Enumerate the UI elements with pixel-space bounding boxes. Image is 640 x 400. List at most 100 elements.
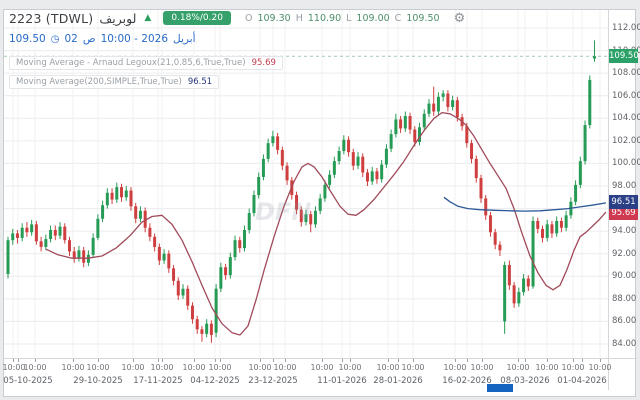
- time-label: 10:00: [2, 363, 25, 372]
- price-axis-label: 102.00: [612, 136, 640, 146]
- time-tick: [73, 359, 74, 362]
- price-axis-label: 98.00: [612, 181, 636, 191]
- price-axis-label: 84.00: [612, 339, 636, 349]
- time-tick: [455, 359, 456, 362]
- time-label: 10:00: [376, 363, 399, 372]
- indicator-lines: [46, 113, 606, 335]
- date-label: 29-10-2025: [73, 376, 122, 386]
- time-label: 10:00: [588, 363, 611, 372]
- timeline-marker: [487, 384, 513, 392]
- price-axis-label: 108.00: [612, 68, 640, 78]
- last-update-row: 109.50 ◷ 02 ص 10:00 - 2026 أبريل: [9, 31, 465, 47]
- watermark: DFN: [255, 198, 311, 226]
- settings-gear-icon[interactable]: ⚙: [454, 11, 466, 26]
- time-tick: [220, 359, 221, 362]
- date-label: 16-02-2026: [442, 376, 491, 386]
- time-tick: [388, 359, 389, 362]
- price-axis-label: 104.00: [612, 113, 640, 123]
- price-axis-label: 106.00: [612, 91, 640, 101]
- price-axis-label: 86.00: [612, 316, 636, 326]
- time-tick: [194, 359, 195, 362]
- close-value: 109.50: [406, 13, 439, 24]
- date-label: 11-01-2026: [317, 376, 366, 386]
- time-label: 10:00: [506, 363, 529, 372]
- time-tick: [35, 359, 36, 362]
- time-tick: [98, 359, 99, 362]
- time-tick: [547, 359, 548, 362]
- time-axis[interactable]: 10:0010:0010:0010:0010:0010:0010:0010:00…: [3, 358, 637, 398]
- time-tick: [518, 359, 519, 362]
- time-label: 10:00: [182, 363, 205, 372]
- ma-line: [46, 113, 606, 335]
- time-tick: [398, 359, 399, 362]
- time-label: 10:00: [121, 363, 144, 372]
- datetime-ampm: ص: [83, 33, 96, 45]
- time-tick: [413, 359, 414, 362]
- time-label: 10:00: [248, 363, 271, 372]
- date-label: 01-04-2026: [557, 376, 606, 386]
- low-value: 109.00: [356, 13, 389, 24]
- legend: 2223 (TDWL) لوبريف ▲ 0.18%/0.20 O 109.30…: [9, 8, 465, 89]
- datetime-month: أبريل: [173, 33, 196, 45]
- price-axis-label: 90.00: [612, 271, 636, 281]
- alma-value: 95.69: [252, 58, 276, 68]
- datetime-day: 02: [64, 33, 77, 45]
- price-axis[interactable]: 109.50 95.69 96.51 84.0086.0088.0090.009…: [608, 10, 638, 390]
- time-label: 10:00: [86, 363, 109, 372]
- time-tick: [13, 359, 14, 362]
- time-label: 10:00: [338, 363, 361, 372]
- change-badge: 0.18%/0.20: [163, 11, 231, 25]
- time-tick: [133, 359, 134, 362]
- price-axis-label: 112.00: [612, 23, 640, 33]
- price-axis-label: 100.00: [612, 158, 640, 168]
- price-axis-label: 94.00: [612, 226, 636, 236]
- last-price-text: 109.50: [9, 33, 46, 45]
- ohlc-readout: O 109.30 H 110.90 L 109.00 C 109.50: [245, 13, 440, 24]
- time-label: 10:00: [470, 363, 493, 372]
- time-label: 10:00: [310, 363, 333, 372]
- time-label: 10:00: [273, 363, 296, 372]
- time-tick: [285, 359, 286, 362]
- date-label: 04-12-2025: [190, 376, 239, 386]
- symbol-title: 2223 (TDWL): [9, 11, 93, 26]
- time-tick: [467, 359, 468, 362]
- symbol-header-row: 2223 (TDWL) لوبريف ▲ 0.18%/0.20 O 109.30…: [9, 8, 465, 28]
- last-price-axis-badge: 109.50: [609, 49, 638, 63]
- time-tick: [18, 359, 19, 362]
- price-axis-label: 88.00: [612, 294, 636, 304]
- time-label: 10:00: [150, 363, 173, 372]
- time-tick: [573, 359, 574, 362]
- price-axis-label: 92.00: [612, 249, 636, 259]
- time-tick: [322, 359, 323, 362]
- indicator-legend-alma[interactable]: Moving Average - Arnaud Legoux(21,0.85,6…: [9, 56, 283, 70]
- date-label: 05-10-2025: [3, 376, 52, 386]
- indicator-legend: Moving Average - Arnaud Legoux(21,0.85,6…: [9, 51, 465, 89]
- time-tick: [273, 359, 274, 362]
- time-label: 10:00: [561, 363, 584, 372]
- high-label: H: [296, 13, 303, 24]
- date-label: 23-12-2025: [248, 376, 297, 386]
- up-triangle-icon: ▲: [144, 13, 151, 23]
- time-label: 10:00: [401, 363, 424, 372]
- time-label: 10:00: [208, 363, 231, 372]
- low-label: L: [346, 13, 351, 24]
- alma-label: Moving Average - Arnaud Legoux(21,0.85,6…: [16, 58, 246, 68]
- open-label: O: [245, 13, 252, 24]
- time-tick: [260, 359, 261, 362]
- time-tick: [600, 359, 601, 362]
- indicator-legend-sma200[interactable]: Moving Average(200,SIMPLE,True,True) 96.…: [9, 75, 219, 89]
- time-tick: [158, 359, 159, 362]
- datetime-time-year: 10:00 - 2026: [101, 33, 168, 45]
- time-tick: [582, 359, 583, 362]
- time-tick: [342, 359, 343, 362]
- sma200-value: 96.51: [188, 77, 212, 87]
- symbol-name-arabic: لوبريف: [99, 11, 136, 26]
- date-label: 28-01-2026: [373, 376, 422, 386]
- time-tick: [162, 359, 163, 362]
- time-label: 10:00: [443, 363, 466, 372]
- time-label: 10:00: [535, 363, 558, 372]
- time-label: 10:00: [23, 363, 46, 372]
- chart-window: DFN 2223 (TDWL) لوبريف ▲ 0.18%/0.20 O 10…: [0, 0, 640, 400]
- time-tick: [525, 359, 526, 362]
- open-value: 109.30: [257, 13, 290, 24]
